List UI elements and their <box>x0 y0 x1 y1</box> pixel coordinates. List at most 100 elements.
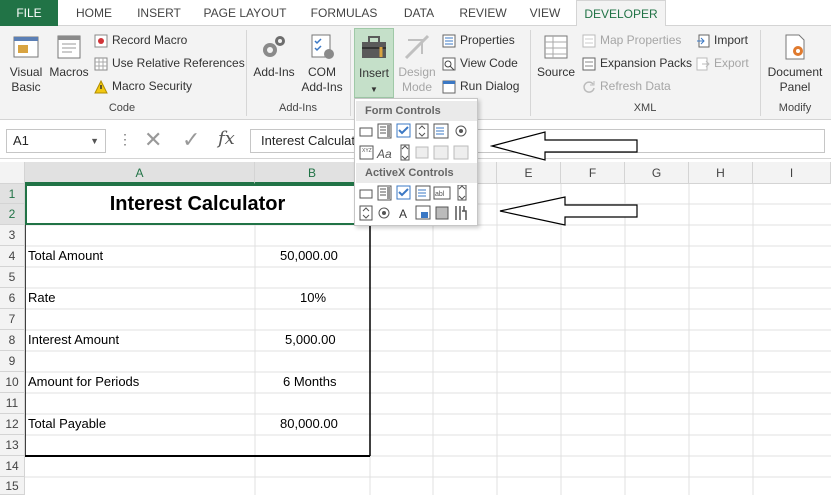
item-label-total-payable[interactable]: Total Payable <box>28 416 106 431</box>
tab-review[interactable]: REVIEW <box>452 0 514 26</box>
row-header-10[interactable]: 10 <box>0 372 25 393</box>
row-header-8[interactable]: 8 <box>0 330 25 351</box>
refresh-data-button[interactable]: Refresh Data <box>582 76 671 96</box>
view-code-button[interactable]: View Code <box>442 53 518 73</box>
properties-button[interactable]: Properties <box>442 30 515 50</box>
map-properties-button[interactable]: Map Properties <box>582 30 681 50</box>
item-value-rate[interactable]: 10% <box>300 290 326 305</box>
sheet-title: Interest Calculator <box>109 193 286 215</box>
row-header-11[interactable]: 11 <box>0 393 25 414</box>
relative-references-button[interactable]: Use Relative References <box>94 53 245 73</box>
design-mode-button[interactable]: Design Mode <box>396 32 438 95</box>
row-header-2[interactable]: 2 <box>0 204 25 225</box>
item-value-total-payable[interactable]: 80,000.00 <box>280 416 338 431</box>
text-box-activex-icon[interactable]: abl <box>433 186 451 200</box>
cancel-icon[interactable]: ✕ <box>144 127 162 153</box>
item-value-amount-for-periods[interactable]: 6 Months <box>283 374 336 389</box>
select-all-corner[interactable] <box>0 162 25 184</box>
column-header-h[interactable]: H <box>689 162 753 184</box>
row-header-7[interactable]: 7 <box>0 309 25 330</box>
properties-icon <box>442 34 456 48</box>
tab-home[interactable]: HOME <box>64 0 124 26</box>
record-macro-button[interactable]: Record Macro <box>94 30 187 50</box>
combo-list-edit-form-icon[interactable] <box>433 145 449 160</box>
enter-icon[interactable]: ✓ <box>182 127 200 153</box>
toggle-button-activex-icon[interactable] <box>435 206 449 220</box>
xml-group-label: XML <box>633 102 657 114</box>
com-add-ins-button[interactable]: COM Add-Ins <box>298 32 346 95</box>
combo-box-activex-icon[interactable] <box>377 185 392 201</box>
row-header-13[interactable]: 13 <box>0 435 25 456</box>
label-activex-icon[interactable]: A <box>399 207 407 221</box>
check-box-activex-icon[interactable] <box>396 185 411 200</box>
macros-button[interactable]: Macros <box>48 32 90 80</box>
item-label-amount-for-periods[interactable]: Amount for Periods <box>28 374 139 389</box>
add-ins-button[interactable]: Add-Ins <box>250 32 298 80</box>
group-separator <box>760 30 761 116</box>
insert-function-icon[interactable]: fx <box>218 128 235 149</box>
tab-view[interactable]: VIEW <box>522 0 568 26</box>
label-form-icon[interactable]: Aa <box>376 147 392 161</box>
row-header-3[interactable]: 3 <box>0 225 25 246</box>
source-button[interactable]: Source <box>534 32 578 80</box>
insert-label: Insert <box>358 66 389 80</box>
option-button-activex-icon[interactable] <box>378 207 390 219</box>
image-activex-icon[interactable] <box>415 205 431 220</box>
item-value-total-amount[interactable]: 50,000.00 <box>280 248 338 263</box>
scroll-bar-form-icon[interactable] <box>400 144 410 161</box>
tab-data[interactable]: DATA <box>394 0 444 26</box>
chevron-down-icon[interactable]: ▼ <box>90 130 99 152</box>
com-add-ins-icon <box>311 34 334 59</box>
scroll-bar-activex-icon[interactable] <box>457 185 467 201</box>
row-header-1[interactable]: 1 <box>0 184 25 204</box>
combo-box-form-icon[interactable] <box>377 123 392 139</box>
option-button-form-icon[interactable] <box>455 125 467 137</box>
row-header-6[interactable]: 6 <box>0 288 25 309</box>
tab-insert[interactable]: INSERT <box>128 0 190 26</box>
row-header-4[interactable]: 4 <box>0 246 25 267</box>
more-controls-icon[interactable] <box>455 206 467 220</box>
tab-formulas[interactable]: FORMULAS <box>302 0 386 26</box>
tab-developer[interactable]: DEVELOPER <box>576 0 666 27</box>
document-panel-icon <box>785 34 805 60</box>
insert-controls-button[interactable]: Insert ▼ <box>354 28 394 98</box>
list-box-form-icon[interactable] <box>433 123 449 139</box>
combo-drop-down-edit-form-icon[interactable] <box>453 145 469 160</box>
column-header-a[interactable]: A <box>25 162 255 184</box>
spin-button-activex-icon[interactable] <box>359 205 373 221</box>
expansion-packs-button[interactable]: Expansion Packs <box>582 53 692 73</box>
title-merged-cell[interactable]: Interest Calculator <box>25 184 370 225</box>
list-box-activex-icon[interactable] <box>415 185 431 201</box>
xml-source-icon <box>544 35 568 59</box>
design-mode-label-2: Mode <box>401 80 433 94</box>
run-dialog-button[interactable]: Run Dialog <box>442 76 519 96</box>
column-header-i[interactable]: I <box>753 162 831 184</box>
visual-basic-button[interactable]: Visual Basic <box>4 32 48 95</box>
import-button[interactable]: Import <box>696 30 748 50</box>
macro-security-button[interactable]: Macro Security <box>94 76 192 96</box>
text-field-form-icon[interactable] <box>415 146 429 159</box>
row-header-14[interactable]: 14 <box>0 456 25 477</box>
column-header-b[interactable]: B <box>255 162 370 184</box>
item-label-rate[interactable]: Rate <box>28 290 55 305</box>
name-box[interactable]: A1 ▼ <box>6 129 106 153</box>
button-form-icon[interactable] <box>359 127 373 137</box>
spin-button-form-icon[interactable] <box>415 123 429 139</box>
row-header-9[interactable]: 9 <box>0 351 25 372</box>
tab-file[interactable]: FILE <box>0 0 58 26</box>
check-box-form-icon[interactable] <box>396 123 411 138</box>
export-button[interactable]: Export <box>696 53 749 73</box>
insert-controls-dropdown: Form Controls XYZ Aa ActiveX Controls ab… <box>354 98 478 226</box>
item-value-interest-amount[interactable]: 5,000.00 <box>285 332 336 347</box>
row-header-5[interactable]: 5 <box>0 267 25 288</box>
row-header-15[interactable]: 15 <box>0 477 25 495</box>
command-button-activex-icon[interactable] <box>359 189 373 199</box>
arrow-form-controls <box>490 131 638 161</box>
row-header-12[interactable]: 12 <box>0 414 25 435</box>
svg-text:abl: abl <box>435 191 445 198</box>
item-label-interest-amount[interactable]: Interest Amount <box>28 332 119 347</box>
group-box-form-icon[interactable]: XYZ <box>359 145 374 160</box>
item-label-total-amount[interactable]: Total Amount <box>28 248 103 263</box>
document-panel-button[interactable]: Document Panel <box>764 32 826 95</box>
tab-page-layout[interactable]: PAGE LAYOUT <box>196 0 294 26</box>
